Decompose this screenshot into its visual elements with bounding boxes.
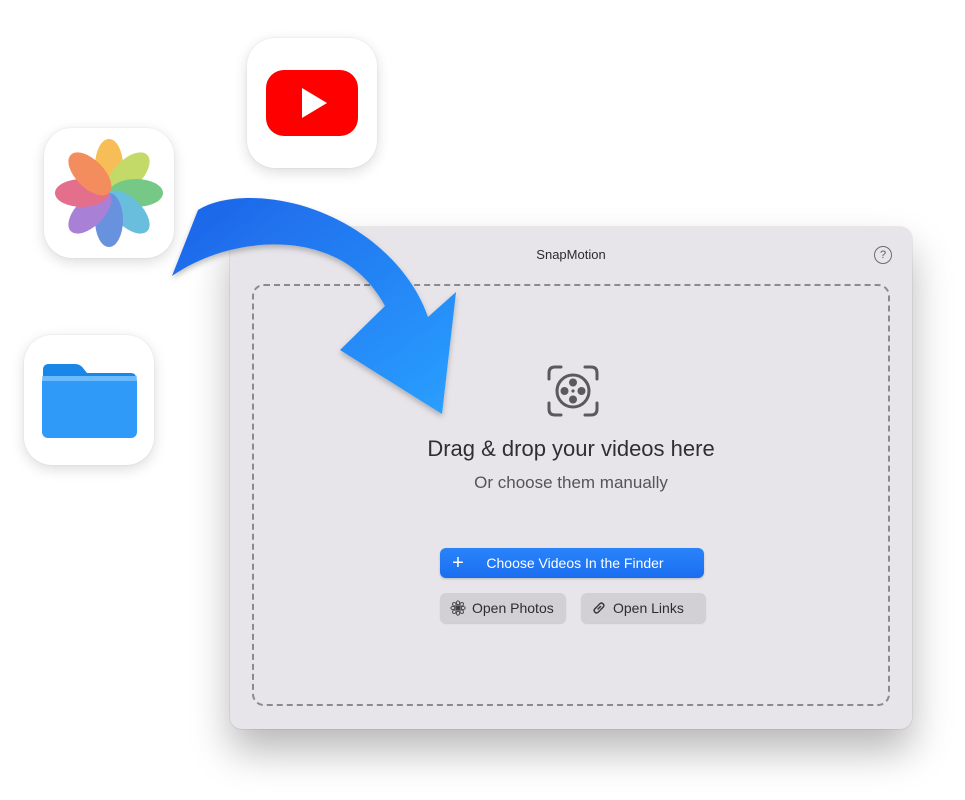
open-links-button[interactable]: Open Links [581, 593, 706, 623]
choose-videos-button[interactable]: + Choose Videos In the Finder [440, 548, 704, 578]
youtube-icon [266, 70, 358, 136]
link-icon [593, 602, 605, 614]
promo-stage: SnapMotion ? Drag & drop your videos her… [0, 0, 965, 800]
plus-icon: + [452, 552, 464, 574]
choose-videos-label: Choose Videos In the Finder [486, 555, 664, 571]
video-drop-zone[interactable]: Drag & drop your videos here Or choose t… [252, 284, 890, 706]
snapmotion-window: SnapMotion ? Drag & drop your videos her… [230, 227, 912, 729]
help-button[interactable]: ? [874, 246, 892, 264]
film-reel-icon [547, 365, 599, 417]
photos-flower-icon [450, 600, 466, 616]
drop-subtitle: Or choose them manually [474, 473, 668, 492]
photos-icon [55, 139, 163, 247]
files-folder-icon [42, 364, 137, 438]
drop-title: Drag & drop your videos here [427, 436, 715, 461]
files-app-tile[interactable] [24, 335, 154, 465]
open-links-label: Open Links [613, 600, 684, 616]
open-photos-button[interactable]: Open Photos [440, 593, 566, 623]
photos-app-tile[interactable] [44, 128, 174, 258]
open-photos-label: Open Photos [472, 600, 554, 616]
window-title: SnapMotion [536, 247, 606, 262]
youtube-app-tile[interactable] [247, 38, 377, 168]
